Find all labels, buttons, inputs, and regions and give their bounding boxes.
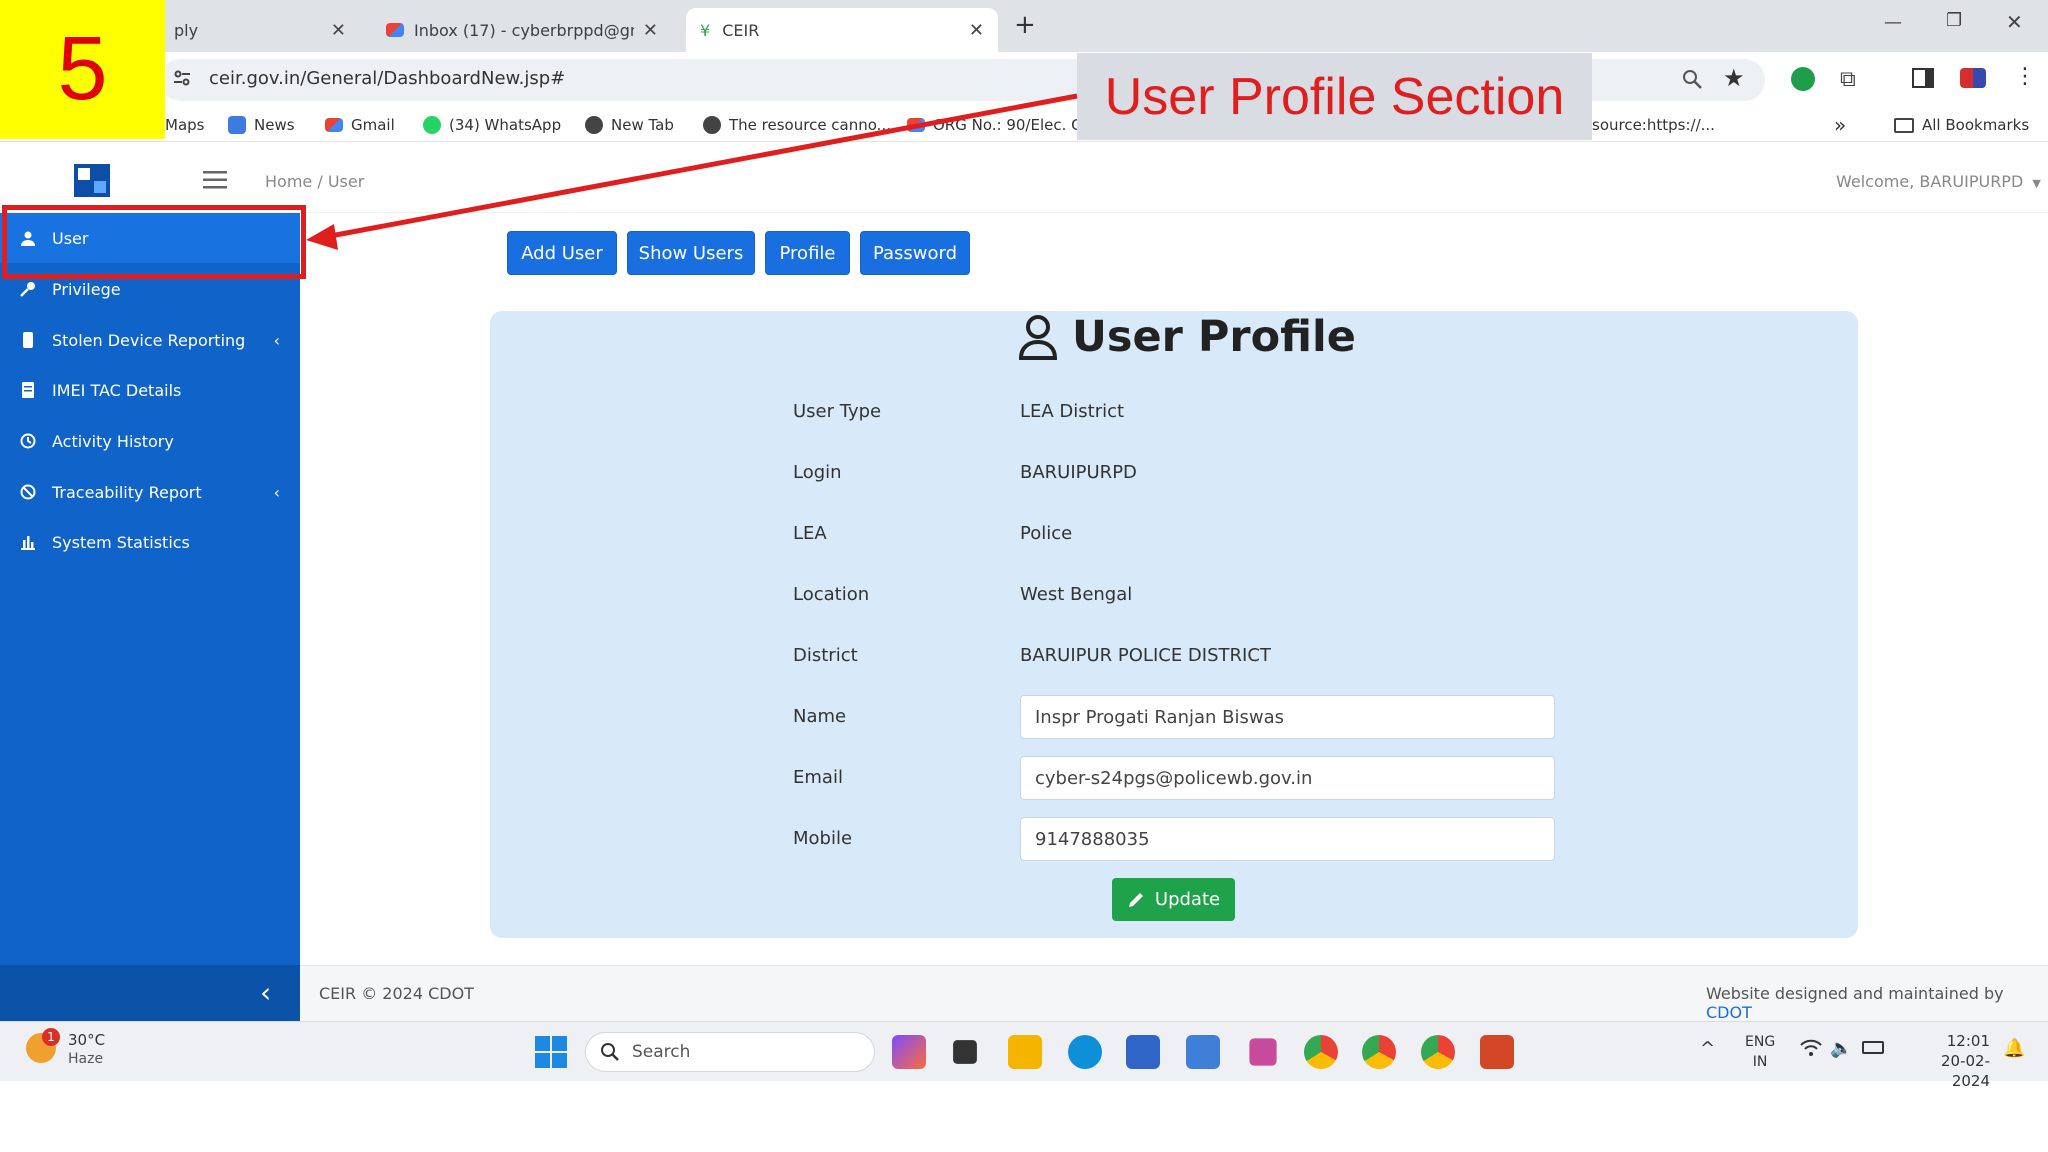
annotation-arrow bbox=[306, 93, 1078, 250]
